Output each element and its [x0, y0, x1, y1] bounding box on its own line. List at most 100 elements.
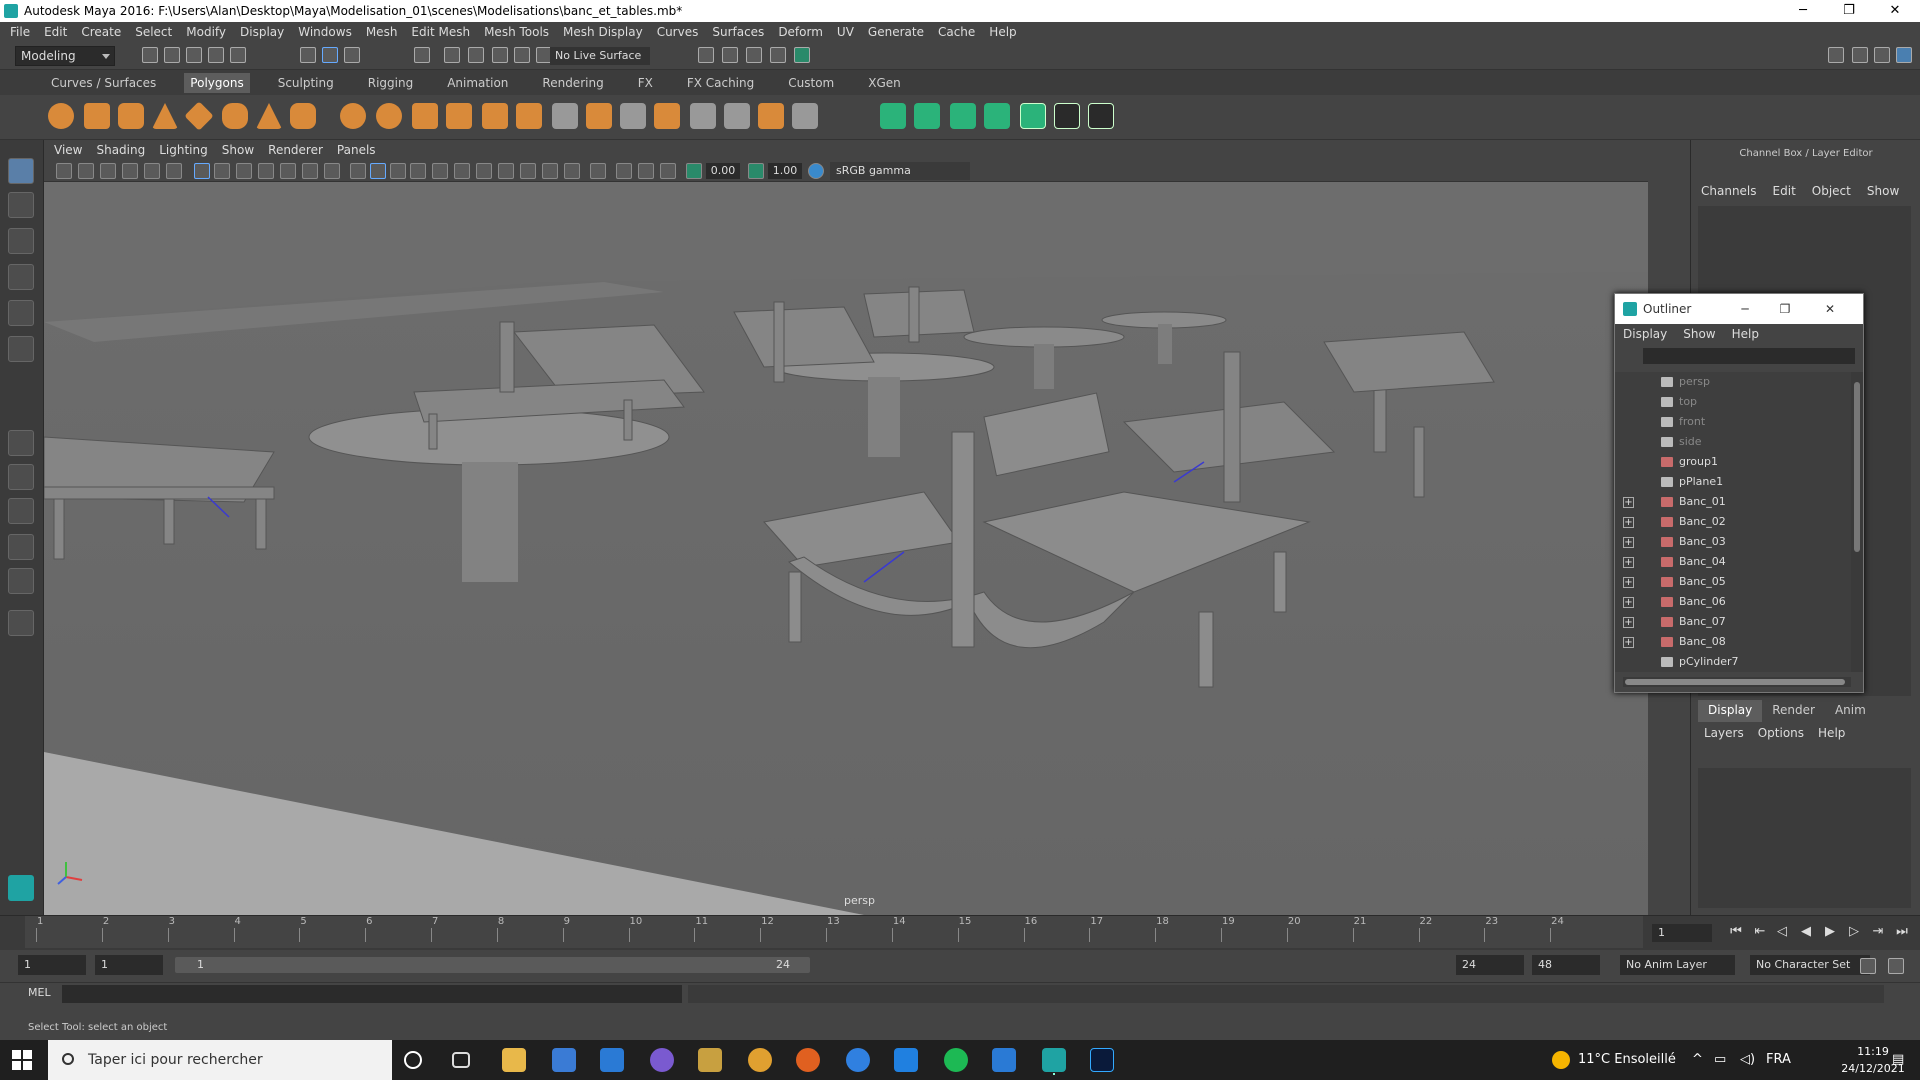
expand-icon[interactable]: +: [1623, 577, 1634, 588]
menu-cache[interactable]: Cache: [938, 25, 975, 39]
range-bar[interactable]: 1 24: [175, 957, 810, 973]
menu-set-dropdown[interactable]: Modeling: [15, 46, 115, 66]
vp-menu-show[interactable]: Show: [222, 143, 254, 157]
expand-icon[interactable]: +: [1623, 637, 1634, 648]
poly-cone-icon[interactable]: [152, 103, 178, 129]
ol-menu-help[interactable]: Help: [1732, 327, 1759, 341]
expand-icon[interactable]: +: [1623, 617, 1634, 628]
extrude-icon[interactable]: [516, 103, 542, 129]
snap-view-icon[interactable]: [492, 47, 508, 63]
timeline-ruler[interactable]: 1 2 3 4 5 6 7 8 9 10 11 12 13 14 15 16 17 18 19 20 21 22 23 24: [25, 916, 1643, 948]
snap-surface-icon[interactable]: [514, 47, 530, 63]
menu-file[interactable]: File: [10, 25, 30, 39]
film-gate-icon[interactable]: [214, 163, 230, 179]
menu-modify[interactable]: Modify: [186, 25, 226, 39]
open-scene-icon[interactable]: [164, 47, 180, 63]
target-weld-icon[interactable]: [690, 103, 716, 129]
wireframe-on-shaded-icon[interactable]: [410, 163, 426, 179]
outliner-item[interactable]: front: [1615, 412, 1851, 432]
outliner-item[interactable]: + Banc_08: [1615, 632, 1851, 652]
cortana-icon[interactable]: [404, 1051, 422, 1069]
step-back-frame-icon[interactable]: ◁: [1774, 924, 1790, 940]
insert-edge-loop-icon[interactable]: [620, 103, 646, 129]
single-view-icon[interactable]: [8, 430, 34, 456]
paint-select-icon[interactable]: [8, 228, 34, 254]
render-view-icon[interactable]: [698, 47, 714, 63]
network-icon[interactable]: ▭: [1714, 1040, 1726, 1080]
cb-menu-object[interactable]: Object: [1812, 184, 1851, 202]
mail-icon[interactable]: [600, 1048, 624, 1072]
vp-menu-renderer[interactable]: Renderer: [268, 143, 323, 157]
layout-uv-icon[interactable]: [1054, 103, 1080, 129]
expand-icon[interactable]: +: [1623, 557, 1634, 568]
color-management-icon[interactable]: [808, 163, 824, 179]
menu-edit[interactable]: Edit: [44, 25, 67, 39]
motion-blur-icon[interactable]: [520, 163, 536, 179]
layer-list[interactable]: [1698, 768, 1911, 908]
exposure-icon[interactable]: [686, 163, 702, 179]
outliner-item[interactable]: + Banc_06: [1615, 592, 1851, 612]
auto-map-icon[interactable]: [984, 103, 1010, 129]
image-plane-icon[interactable]: [122, 163, 138, 179]
outliner-titlebar[interactable]: Outliner ─ ❐ ✕: [1615, 294, 1863, 324]
menu-curves[interactable]: Curves: [657, 25, 699, 39]
windows-start-icon[interactable]: [12, 1050, 32, 1070]
file-explorer-icon[interactable]: [502, 1048, 526, 1072]
scale-tool-icon[interactable]: [8, 336, 34, 362]
rotate-tool-icon[interactable]: [8, 300, 34, 326]
step-back-key-icon[interactable]: ⇤: [1752, 924, 1768, 940]
tab-polygons[interactable]: Polygons: [184, 72, 250, 93]
minimize-button[interactable]: ─: [1780, 0, 1826, 22]
outliner-item[interactable]: pCylinder7: [1615, 652, 1851, 672]
outliner-item[interactable]: + Banc_04: [1615, 552, 1851, 572]
anim-layer-dropdown[interactable]: No Anim Layer: [1620, 955, 1735, 975]
planar-map-icon[interactable]: [914, 103, 940, 129]
combine-icon[interactable]: [340, 103, 366, 129]
outliner-item[interactable]: pPlane1: [1615, 472, 1851, 492]
outliner-item[interactable]: side: [1615, 432, 1851, 452]
snap-point-icon[interactable]: [468, 47, 484, 63]
default-material-icon[interactable]: [390, 163, 406, 179]
outliner-filter-input[interactable]: [1643, 348, 1855, 364]
save-scene-icon[interactable]: [186, 47, 202, 63]
2d-pan-icon[interactable]: [144, 163, 160, 179]
vp-menu-view[interactable]: View: [54, 143, 82, 157]
playback-end-field[interactable]: 24: [1456, 955, 1524, 975]
le-menu-help[interactable]: Help: [1818, 726, 1845, 744]
cut-uv-icon[interactable]: [1088, 103, 1114, 129]
le-menu-options[interactable]: Options: [1758, 726, 1804, 744]
spotify-icon[interactable]: [944, 1048, 968, 1072]
anim-end-field[interactable]: 48: [1532, 955, 1600, 975]
outliner-hscrollbar[interactable]: [1623, 677, 1851, 687]
mirror-icon[interactable]: [412, 103, 438, 129]
channel-box-toggle-icon[interactable]: [1896, 47, 1912, 63]
bevel-icon[interactable]: [586, 103, 612, 129]
shadows-icon[interactable]: [476, 163, 492, 179]
side-by-side-icon[interactable]: [8, 498, 34, 524]
cb-menu-channels[interactable]: Channels: [1701, 184, 1757, 202]
menu-create[interactable]: Create: [81, 25, 121, 39]
firefox-icon[interactable]: [796, 1048, 820, 1072]
select-object-icon[interactable]: [322, 47, 338, 63]
gate-mask-icon[interactable]: [258, 163, 274, 179]
league-icon[interactable]: [698, 1048, 722, 1072]
fill-hole-icon[interactable]: [758, 103, 784, 129]
tab-rigging[interactable]: Rigging: [362, 73, 419, 93]
poly-sphere-icon[interactable]: [48, 103, 74, 129]
photoshop-icon[interactable]: [1090, 1048, 1114, 1072]
playback-start-field[interactable]: 1: [95, 955, 163, 975]
live-surface-field[interactable]: No Live Surface: [550, 47, 650, 65]
hypershade-icon[interactable]: [794, 47, 810, 63]
lights-icon[interactable]: [454, 163, 470, 179]
bookmark-icon[interactable]: [100, 163, 116, 179]
character-set-dropdown[interactable]: No Character Set: [1750, 955, 1870, 975]
expand-icon[interactable]: +: [1623, 497, 1634, 508]
outliner-item[interactable]: group1: [1615, 452, 1851, 472]
command-input[interactable]: [62, 985, 682, 1003]
tool-settings-icon[interactable]: [1874, 47, 1890, 63]
xray-icon[interactable]: [616, 163, 632, 179]
depth-of-field-icon[interactable]: [564, 163, 580, 179]
xray-joints-icon[interactable]: [638, 163, 654, 179]
grease-pencil-icon[interactable]: [166, 163, 182, 179]
anim-start-field[interactable]: 1: [18, 955, 86, 975]
